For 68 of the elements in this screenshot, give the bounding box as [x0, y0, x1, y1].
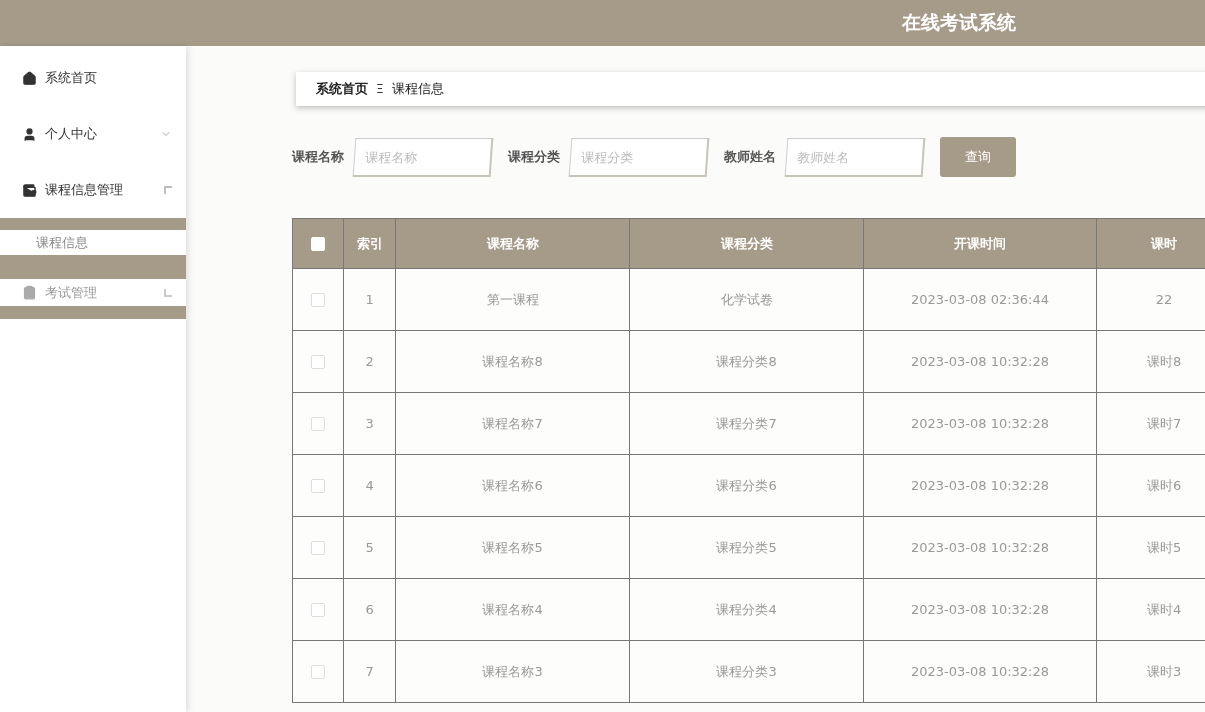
- search-field[interactable]: 课程分类: [568, 137, 710, 177]
- column-header: 开课时间: [863, 218, 1097, 269]
- table-cell: 课程名称4: [395, 578, 630, 641]
- table-cell: 3: [343, 392, 396, 455]
- app-title: 在线考试系统: [902, 10, 1016, 35]
- table-cell: 1: [343, 268, 396, 331]
- home-icon: [22, 70, 37, 86]
- table-cell: 2023-03-08 10:32:28: [863, 578, 1097, 641]
- breadcrumb-separator: Ξ: [376, 82, 384, 96]
- table-cell: 课程名称5: [395, 516, 630, 579]
- table-cell: 2: [343, 330, 396, 393]
- table-cell: 2023-03-08 10:32:28: [863, 516, 1097, 579]
- table-cell: 课程名称8: [395, 330, 630, 393]
- table-cell: 化学试卷: [629, 268, 864, 331]
- table-cell: 课时6: [1096, 454, 1205, 517]
- table-cell: 4: [343, 454, 396, 517]
- table-cell: 课程分类8: [629, 330, 864, 393]
- table-cell: 课时5: [1096, 516, 1205, 579]
- table-cell: 课程分类3: [629, 640, 864, 703]
- row-checkbox[interactable]: [311, 355, 326, 370]
- wallet-icon: [22, 182, 37, 198]
- table-cell: 22: [1096, 268, 1205, 331]
- table-cell: 课程分类6: [629, 454, 864, 517]
- column-header: 课程名称: [395, 218, 630, 269]
- select-all-checkbox[interactable]: [311, 237, 326, 252]
- table-cell: 课程分类5: [629, 516, 864, 579]
- table-cell: 2023-03-08 10:32:28: [863, 454, 1097, 517]
- sidebar-item[interactable]: 系统首页: [0, 50, 186, 106]
- row-checkbox[interactable]: [311, 603, 326, 618]
- sidebar-item[interactable]: 个人中心: [0, 106, 186, 162]
- clipboard-icon: [22, 285, 37, 300]
- table-cell: 第一课程: [395, 268, 630, 331]
- user-icon: [22, 126, 37, 142]
- column-header: 课时: [1096, 218, 1205, 269]
- breadcrumb-link[interactable]: 系统首页: [316, 80, 368, 98]
- table-cell: 7: [343, 640, 396, 703]
- column-header: 索引: [343, 218, 396, 269]
- row-checkbox[interactable]: [311, 479, 326, 494]
- field-label: 教师姓名: [724, 148, 776, 166]
- sidebar-item[interactable]: 课程信息管理: [0, 162, 186, 218]
- field-label: 课程分类: [508, 148, 560, 166]
- table-cell: 课程名称6: [395, 454, 630, 517]
- row-checkbox[interactable]: [311, 541, 326, 556]
- table-cell: 课程名称7: [395, 392, 630, 455]
- column-header: 课程分类: [629, 218, 864, 269]
- row-checkbox[interactable]: [311, 293, 326, 308]
- submenu-item[interactable]: 课程信息: [0, 230, 186, 255]
- table-cell: 课时3: [1096, 640, 1205, 703]
- table-cell: 课时8: [1096, 330, 1205, 393]
- table-cell: 课程分类7: [629, 392, 864, 455]
- table-cell: 课时7: [1096, 392, 1205, 455]
- table-cell: 2023-03-08 10:32:28: [863, 392, 1097, 455]
- table-cell: 课时4: [1096, 578, 1205, 641]
- table-cell: 6: [343, 578, 396, 641]
- search-field[interactable]: 教师姓名: [784, 137, 926, 177]
- field-label: 课程名称: [292, 148, 344, 166]
- table-cell: 2023-03-08 10:32:28: [863, 640, 1097, 703]
- table-cell: 2023-03-08 02:36:44: [863, 268, 1097, 331]
- search-field[interactable]: 课程名称: [352, 137, 494, 177]
- table-cell: 课程分类4: [629, 578, 864, 641]
- table-cell: 2023-03-08 10:32:28: [863, 330, 1097, 393]
- breadcrumb-current: 课程信息: [391, 80, 444, 98]
- table-cell: 课程名称3: [395, 640, 630, 703]
- corner-icon: [164, 288, 172, 297]
- row-checkbox[interactable]: [311, 417, 326, 432]
- corner-icon: [164, 186, 172, 194]
- row-checkbox[interactable]: [311, 665, 326, 680]
- table-cell: 5: [343, 516, 396, 579]
